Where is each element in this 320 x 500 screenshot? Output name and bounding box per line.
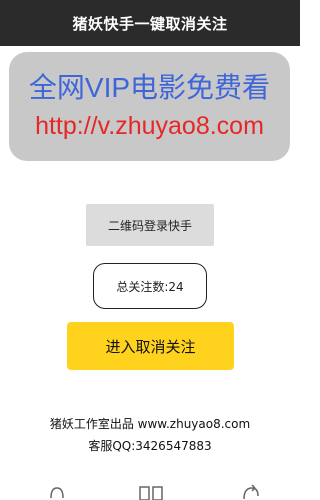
qr-login-button[interactable]: 二维码登录快手 (86, 204, 214, 246)
unfollow-button[interactable]: 进入取消关注 (67, 322, 234, 370)
follow-count-badge: 总关注数:24 (93, 263, 207, 309)
back-icon[interactable] (48, 484, 66, 500)
footer-credit: 猪妖工作室出品 www.zhuyao8.com (49, 417, 251, 431)
app-title-bar: 猪妖快手一键取消关注 (0, 0, 300, 46)
follow-count-text: 总关注数:24 (116, 279, 184, 294)
app-title: 猪妖快手一键取消关注 (72, 14, 228, 33)
system-nav-bar (0, 480, 300, 500)
promo-banner[interactable]: 全网VIP电影免费看 http://v.zhuyao8.com (9, 52, 290, 161)
refresh-icon[interactable] (240, 484, 262, 500)
banner-url[interactable]: http://v.zhuyao8.com (9, 112, 290, 141)
recent-apps-icon[interactable] (138, 484, 164, 500)
footer-support: 客服QQ:3426547883 (88, 439, 212, 453)
banner-headline: 全网VIP电影免费看 (28, 72, 271, 103)
